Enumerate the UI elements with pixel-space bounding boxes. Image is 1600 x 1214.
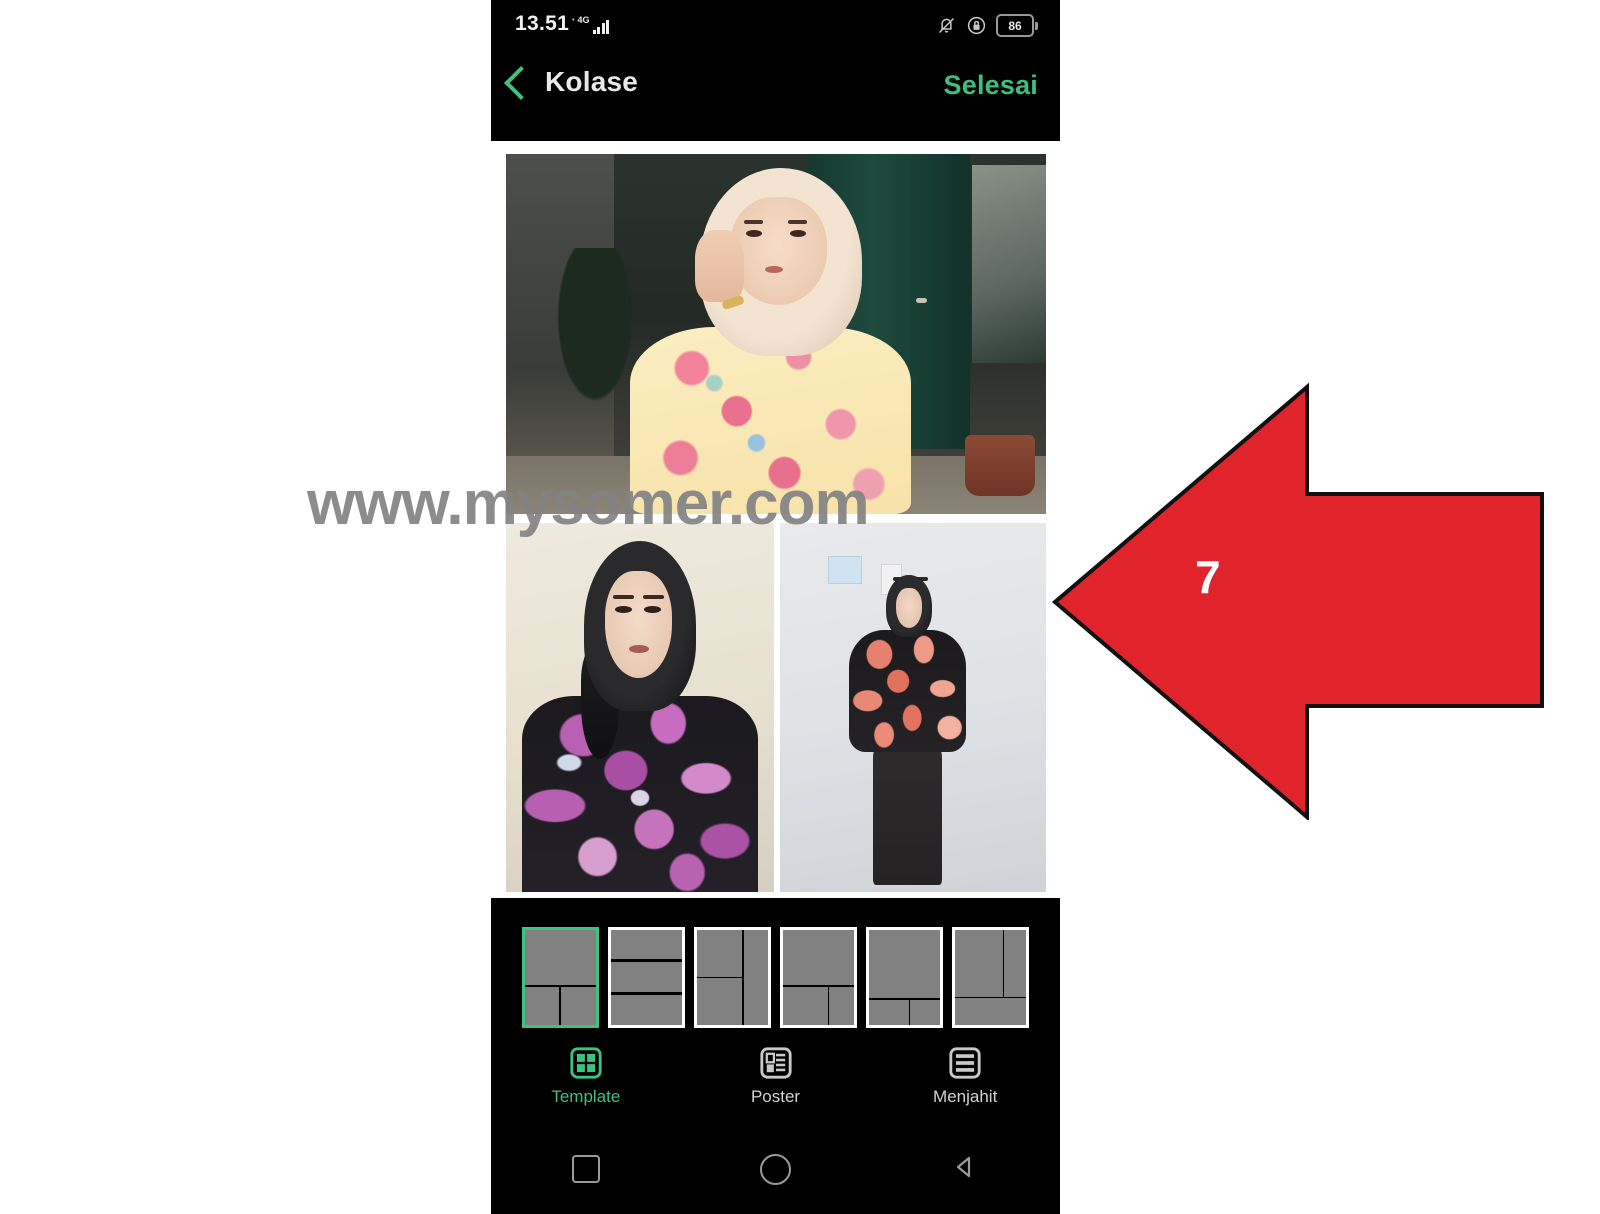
- circle-home-icon: [760, 1153, 791, 1185]
- template-pane: [829, 987, 854, 1025]
- bottom-panel: Template Poster Menjahit: [491, 898, 1060, 1214]
- template-pane: [611, 994, 682, 1025]
- template-pane: [611, 962, 682, 992]
- template-pane: [560, 987, 596, 1025]
- status-bar-left: 13.51 • 4G: [515, 12, 610, 35]
- template-pane: [525, 987, 560, 1025]
- bell-muted-icon: [936, 15, 957, 36]
- template-thumb-3[interactable]: [694, 927, 771, 1028]
- template-thumb-4[interactable]: [780, 927, 857, 1028]
- battery-level: 86: [996, 14, 1034, 37]
- arrow-left-icon: [1051, 382, 1544, 822]
- collage-canvas[interactable]: [491, 141, 1060, 898]
- system-nav-bar[interactable]: [491, 1124, 1060, 1214]
- tab-menjahit[interactable]: Menjahit: [870, 1046, 1060, 1121]
- step-arrow-annotation: 7: [1045, 365, 1545, 822]
- triangle-back-icon: [952, 1154, 978, 1185]
- grid-template-icon: [569, 1046, 603, 1080]
- template-thumb-2[interactable]: [608, 927, 685, 1028]
- tab-menjahit-label: Menjahit: [933, 1087, 998, 1106]
- photo-top-art: [506, 154, 1046, 514]
- app-bar: Kolase Selesai: [491, 50, 1060, 141]
- photo-bottom-left-art: [506, 523, 774, 892]
- phone-screen: 13.51 • 4G 86 Kolase Selesai Template Po…: [491, 0, 1060, 1214]
- stitch-rows-icon: [948, 1046, 982, 1080]
- template-thumbnail-strip[interactable]: [491, 925, 1060, 1030]
- template-pane: [955, 998, 1026, 1025]
- recents-button[interactable]: [491, 1155, 681, 1183]
- poster-layout-icon: [759, 1046, 793, 1080]
- tab-poster-label: Poster: [750, 1087, 801, 1106]
- page-title: Kolase: [545, 66, 639, 97]
- editor-tab-bar[interactable]: Template Poster Menjahit: [491, 1046, 1060, 1121]
- rotation-lock-icon: [966, 15, 987, 36]
- tab-template[interactable]: Template: [491, 1046, 681, 1121]
- status-bar-right: 86: [936, 14, 1038, 37]
- template-pane: [955, 930, 1003, 997]
- battery-icon: 86: [996, 14, 1038, 37]
- back-nav-button[interactable]: [870, 1154, 1060, 1185]
- template-pane: [611, 930, 682, 960]
- home-button[interactable]: [681, 1153, 871, 1185]
- back-button[interactable]: Kolase: [504, 66, 639, 100]
- status-time: 13.51: [515, 12, 570, 35]
- hd-indicator-icon: •: [572, 17, 575, 24]
- template-pane: [743, 930, 768, 1025]
- tab-poster[interactable]: Poster: [681, 1046, 871, 1121]
- collage-photo-top[interactable]: [506, 154, 1046, 514]
- signal-bars-icon: [592, 19, 610, 34]
- collage-photo-bottom-right[interactable]: [780, 523, 1046, 892]
- photo-bottom-right-art: [780, 523, 1046, 892]
- template-pane: [869, 1000, 909, 1025]
- tab-template-label: Template: [551, 1087, 621, 1106]
- square-recents-icon: [571, 1155, 600, 1183]
- template-thumb-1[interactable]: [522, 927, 599, 1028]
- template-pane: [783, 930, 854, 986]
- template-pane: [697, 930, 743, 977]
- done-button[interactable]: Selesai: [944, 70, 1038, 101]
- template-thumb-5[interactable]: [866, 927, 943, 1028]
- template-pane: [697, 978, 743, 1025]
- collage-photo-bottom-left[interactable]: [506, 523, 774, 892]
- network-type-label: 4G: [577, 15, 590, 25]
- template-pane: [525, 930, 596, 986]
- template-pane: [783, 987, 828, 1025]
- template-thumb-6[interactable]: [952, 927, 1029, 1028]
- template-pane: [910, 1000, 940, 1025]
- chevron-left-icon: [504, 66, 538, 100]
- template-pane: [869, 930, 940, 999]
- step-number-label: 7: [1195, 551, 1221, 603]
- status-bar: 13.51 • 4G 86: [491, 0, 1060, 50]
- template-pane: [1003, 930, 1026, 997]
